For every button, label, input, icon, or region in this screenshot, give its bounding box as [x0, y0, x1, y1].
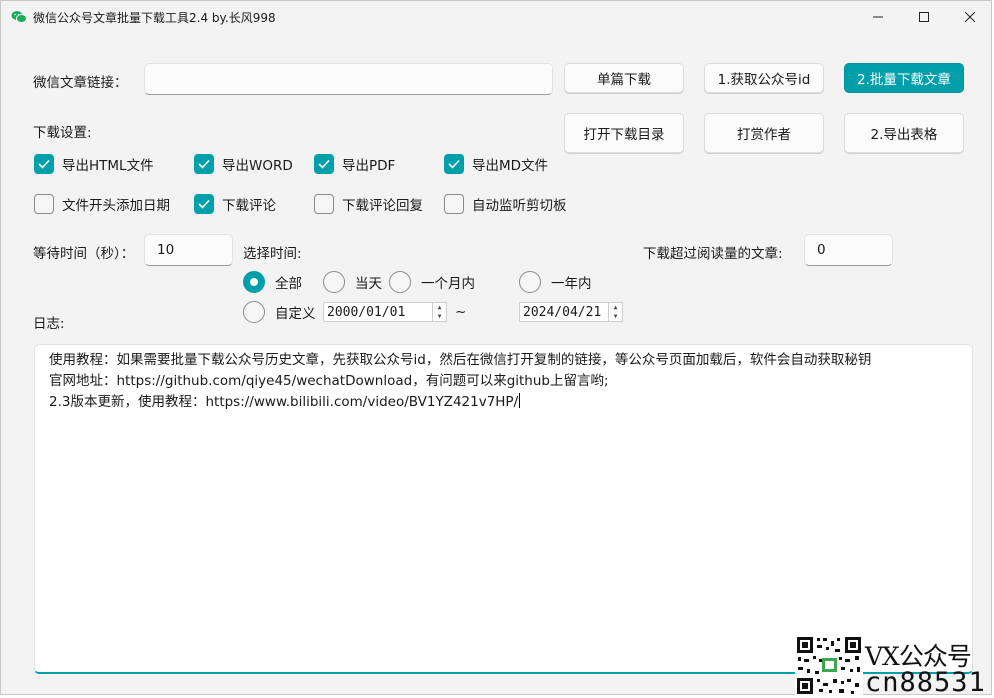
date-separator: ~	[455, 304, 467, 320]
open-dir-button[interactable]: 打开下载目录	[564, 113, 684, 153]
watermark-line2: cn88531	[865, 667, 986, 698]
start-date-value: 2000/01/01	[327, 304, 406, 320]
checkbox-unchecked-icon	[314, 194, 334, 214]
close-button[interactable]	[947, 1, 993, 33]
radio-icon	[243, 301, 265, 323]
log-label: 日志:	[33, 316, 65, 332]
spin-up-icon[interactable]: ▲	[609, 303, 622, 312]
radio-icon	[323, 271, 345, 293]
checkbox-export-html[interactable]: 导出HTML文件	[34, 153, 154, 175]
log-line: 使用教程：如果需要批量下载公众号历史文章，先获取公众号id，然后在微信打开复制的…	[49, 352, 872, 368]
checkbox-export-md[interactable]: 导出MD文件	[444, 153, 548, 175]
export-table-button[interactable]: 2.导出表格	[844, 113, 964, 153]
close-icon	[965, 12, 975, 22]
link-label: 微信文章链接：	[33, 75, 128, 91]
read-filter-input[interactable]: 0	[804, 234, 893, 266]
window-title: 微信公众号文章批量下载工具2.4 by.长风998	[33, 11, 276, 25]
radio-selected-icon	[243, 271, 265, 293]
wait-input[interactable]: 10	[144, 234, 233, 266]
end-date-picker[interactable]: 2024/04/21 ▲ ▼	[519, 302, 623, 322]
radio-custom[interactable]: 自定义	[243, 301, 316, 323]
qr-code-icon	[795, 635, 863, 696]
maximize-icon	[919, 12, 929, 22]
wechat-icon	[11, 11, 27, 23]
checkbox-checked-icon	[194, 154, 214, 174]
link-input[interactable]	[144, 63, 553, 95]
radio-year[interactable]: 一年内	[519, 271, 592, 293]
wait-label: 等待时间（秒）：	[33, 246, 135, 262]
settings-label: 下载设置:	[33, 125, 92, 141]
maximize-button[interactable]	[901, 1, 947, 33]
radio-icon	[389, 271, 411, 293]
start-date-picker[interactable]: 2000/01/01 ▲ ▼	[323, 302, 447, 322]
single-download-button[interactable]: 单篇下载	[564, 63, 684, 93]
title-bar: 微信公众号文章批量下载工具2.4 by.长风998	[1, 1, 991, 33]
end-date-spinner[interactable]: ▲ ▼	[608, 303, 622, 321]
app-window: 微信公众号文章批量下载工具2.4 by.长风998 微信文章链接： 单篇下载 1…	[0, 0, 994, 698]
batch-download-button[interactable]: 2.批量下载文章	[844, 63, 964, 93]
checkbox-unchecked-icon	[444, 194, 464, 214]
log-textarea[interactable]: 使用教程：如果需要批量下载公众号历史文章，先获取公众号id，然后在微信打开复制的…	[34, 344, 973, 674]
log-line: 2.3版本更新，使用教程：https://www.bilibili.com/vi…	[49, 393, 521, 410]
radio-month[interactable]: 一个月内	[389, 271, 475, 293]
checkbox-monitor-clipboard[interactable]: 自动监听剪切板	[444, 193, 567, 215]
checkbox-download-replies[interactable]: 下载评论回复	[314, 193, 423, 215]
radio-icon	[519, 271, 541, 293]
checkbox-download-comments[interactable]: 下载评论	[194, 193, 276, 215]
checkbox-checked-icon	[194, 194, 214, 214]
radio-today[interactable]: 当天	[323, 271, 382, 293]
spin-down-icon[interactable]: ▼	[609, 312, 622, 321]
minimize-icon	[873, 16, 883, 18]
text-caret	[519, 393, 521, 408]
start-date-spinner[interactable]: ▲ ▼	[432, 303, 446, 321]
read-filter-label: 下载超过阅读量的文章:	[643, 246, 783, 262]
checkbox-add-date[interactable]: 文件开头添加日期	[34, 193, 170, 215]
checkbox-checked-icon	[444, 154, 464, 174]
checkbox-export-word[interactable]: 导出WORD	[194, 153, 293, 175]
minimize-button[interactable]	[855, 1, 901, 33]
tip-author-button[interactable]: 打赏作者	[704, 113, 824, 153]
checkbox-checked-icon	[34, 154, 54, 174]
watermark: VX公众号 cn88531	[795, 635, 994, 698]
get-id-button[interactable]: 1.获取公众号id	[704, 63, 824, 93]
checkbox-export-pdf[interactable]: 导出PDF	[314, 153, 395, 175]
log-line: 官网地址：https://github.com/qiye45/wechatDow…	[49, 373, 609, 389]
radio-all[interactable]: 全部	[243, 271, 302, 293]
spin-up-icon[interactable]: ▲	[433, 303, 446, 312]
checkbox-checked-icon	[314, 154, 334, 174]
checkbox-unchecked-icon	[34, 194, 54, 214]
time-label: 选择时间:	[243, 246, 302, 262]
end-date-value: 2024/04/21	[523, 304, 602, 320]
spin-down-icon[interactable]: ▼	[433, 312, 446, 321]
